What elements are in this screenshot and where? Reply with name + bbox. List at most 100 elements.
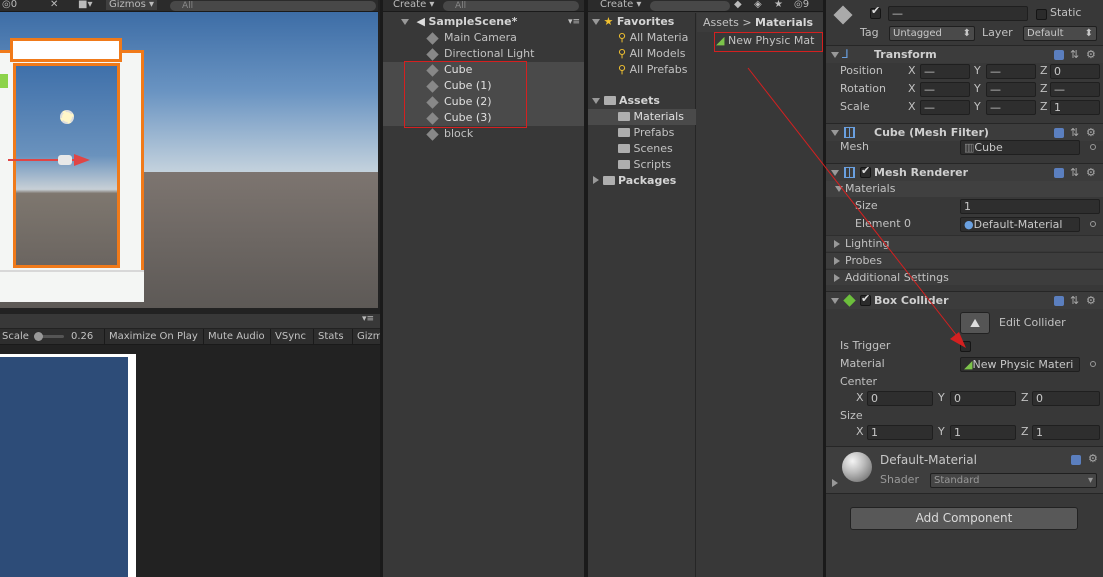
gear-icon[interactable]: ⚙	[1086, 127, 1096, 139]
assets-header[interactable]: Assets	[588, 93, 696, 109]
scene-header[interactable]: ◀ SampleScene* ▾≡	[383, 14, 584, 30]
maximize-on-play-toggle[interactable]: Maximize On Play	[104, 329, 198, 344]
expand-icon[interactable]	[593, 176, 599, 184]
collapse-icon[interactable]	[831, 52, 839, 58]
layers-count[interactable]: ◎0	[2, 0, 17, 10]
name-field[interactable]: —	[888, 6, 1028, 21]
probes-foldout[interactable]: Probes	[826, 252, 1103, 268]
breadcrumb-root[interactable]: Assets	[703, 16, 739, 29]
rotation-z-field[interactable]: —	[1050, 82, 1100, 97]
breadcrumb-current[interactable]: Materials	[755, 16, 813, 29]
center-y-field[interactable]: 0	[950, 391, 1016, 406]
mute-audio-toggle[interactable]: Mute Audio	[203, 329, 265, 344]
gear-icon[interactable]: ⚙	[1088, 453, 1098, 465]
favorite-item[interactable]: ⚲ All Prefabs	[618, 62, 688, 78]
game-view[interactable]: ▾≡ Scale 0.26 Maximize On Play Mute Audi…	[0, 314, 380, 577]
center-z-field[interactable]: 0	[1032, 391, 1100, 406]
favorite-item[interactable]: ⚲ All Materia	[618, 30, 688, 46]
gizmos-toggle[interactable]: Gizm	[352, 329, 380, 344]
scale-slider-thumb[interactable]	[34, 332, 43, 341]
help-icon[interactable]	[1054, 128, 1064, 138]
hierarchy-search-input[interactable]: All	[443, 1, 579, 11]
tools-icon[interactable]: ✕	[50, 0, 58, 10]
position-x-field[interactable]: —	[920, 64, 970, 79]
help-icon[interactable]	[1054, 50, 1064, 60]
favorite-item[interactable]: ⚲ All Models	[618, 46, 685, 62]
filter-by-label-icon[interactable]: ◈	[754, 0, 762, 10]
expand-icon[interactable]	[834, 274, 840, 282]
object-picker-icon[interactable]	[1090, 361, 1096, 367]
preset-icon[interactable]: ⇅	[1070, 49, 1079, 61]
object-picker-icon[interactable]	[1090, 144, 1096, 150]
collapse-icon[interactable]	[835, 186, 843, 192]
add-component-button[interactable]: Add Component	[850, 507, 1078, 530]
mesh-field[interactable]: ▥Cube	[960, 140, 1080, 155]
scale-z-field[interactable]: 1	[1050, 100, 1100, 115]
filter-by-type-icon[interactable]: ◆	[734, 0, 742, 10]
help-icon[interactable]	[1054, 296, 1064, 306]
light-gizmo-icon[interactable]	[60, 110, 74, 124]
rotation-y-field[interactable]: —	[986, 82, 1036, 97]
expand-icon[interactable]	[834, 257, 840, 265]
folder-item[interactable]: Scenes	[588, 141, 696, 157]
preset-icon[interactable]: ⇅	[1070, 167, 1079, 179]
project-search-input[interactable]	[650, 1, 730, 11]
materials-foldout[interactable]: Materials	[826, 181, 1103, 197]
hierarchy-create-button[interactable]: Create ▾	[393, 0, 434, 10]
expand-icon[interactable]	[832, 479, 838, 487]
position-z-field[interactable]: 0	[1050, 64, 1100, 79]
size-y-field[interactable]: 1	[950, 425, 1016, 440]
scale-y-field[interactable]: —	[986, 100, 1036, 115]
favorites-header[interactable]: ★ Favorites	[588, 14, 696, 30]
preset-icon[interactable]: ⇅	[1070, 127, 1079, 139]
hidden-packages-icon[interactable]: ◎9	[794, 0, 809, 10]
help-icon[interactable]	[1054, 168, 1064, 178]
collapse-icon[interactable]	[401, 19, 409, 25]
size-x-field[interactable]: 1	[867, 425, 933, 440]
move-gizmo-arrow-icon[interactable]	[74, 154, 90, 166]
move-gizmo-center[interactable]	[58, 155, 72, 165]
size-z-field[interactable]: 1	[1032, 425, 1100, 440]
static-checkbox[interactable]	[1036, 9, 1047, 20]
gear-icon[interactable]: ⚙	[1086, 295, 1096, 307]
panel-menu-icon[interactable]: ▾≡	[362, 314, 374, 324]
shader-dropdown[interactable]: Standard ▾	[930, 473, 1097, 488]
object-picker-icon[interactable]	[1090, 221, 1096, 227]
layer-dropdown[interactable]: Default ⬍	[1023, 26, 1097, 41]
position-y-field[interactable]: —	[986, 64, 1036, 79]
tag-dropdown[interactable]: Untagged ⬍	[889, 26, 975, 41]
physic-material-field[interactable]: ◢New Physic Materi	[960, 357, 1080, 372]
element0-field[interactable]: ●Default-Material	[960, 217, 1080, 232]
stats-toggle[interactable]: Stats	[313, 329, 344, 344]
expand-icon[interactable]	[834, 240, 840, 248]
help-icon[interactable]	[1071, 455, 1081, 465]
camera-icon[interactable]: ■▾	[78, 0, 92, 10]
folder-item[interactable]: Materials	[588, 109, 696, 125]
packages-header[interactable]: Packages	[588, 173, 696, 189]
gear-icon[interactable]: ⚙	[1086, 49, 1096, 61]
scene-search-input[interactable]: All	[170, 1, 376, 11]
favorite-star-icon[interactable]: ★	[774, 0, 783, 10]
transform-header[interactable]: ⅃ Transform ⇅ ⚙	[826, 45, 1103, 63]
is-trigger-checkbox[interactable]	[960, 341, 971, 352]
hierarchy-item[interactable]: Directional Light	[383, 46, 584, 62]
collapse-icon[interactable]	[592, 19, 600, 25]
collapse-icon[interactable]	[831, 130, 839, 136]
hierarchy-item[interactable]: Main Camera	[383, 30, 584, 46]
move-gizmo-y-axis[interactable]	[0, 74, 8, 88]
project-create-button[interactable]: Create ▾	[600, 0, 641, 10]
scene-menu-icon[interactable]: ▾≡	[568, 14, 580, 30]
collapse-icon[interactable]	[592, 98, 600, 104]
scene-view[interactable]: ◎0 ✕ ■▾ Gizmos ▾ All	[0, 0, 378, 308]
rotation-x-field[interactable]: —	[920, 82, 970, 97]
folder-item[interactable]: Scripts	[588, 157, 696, 173]
additional-settings-foldout[interactable]: Additional Settings	[826, 269, 1103, 285]
folder-item[interactable]: Prefabs	[588, 125, 696, 141]
collapse-icon[interactable]	[831, 170, 839, 176]
materials-size-field[interactable]: 1	[960, 199, 1100, 214]
mesh-renderer-header[interactable]: ✔ Mesh Renderer ⇅ ⚙	[826, 163, 1103, 181]
edit-collider-button[interactable]: ⛰	[960, 312, 990, 334]
lighting-foldout[interactable]: Lighting	[826, 235, 1103, 251]
center-x-field[interactable]: 0	[867, 391, 933, 406]
box-collider-header[interactable]: ✔ Box Collider ⇅ ⚙	[826, 291, 1103, 309]
